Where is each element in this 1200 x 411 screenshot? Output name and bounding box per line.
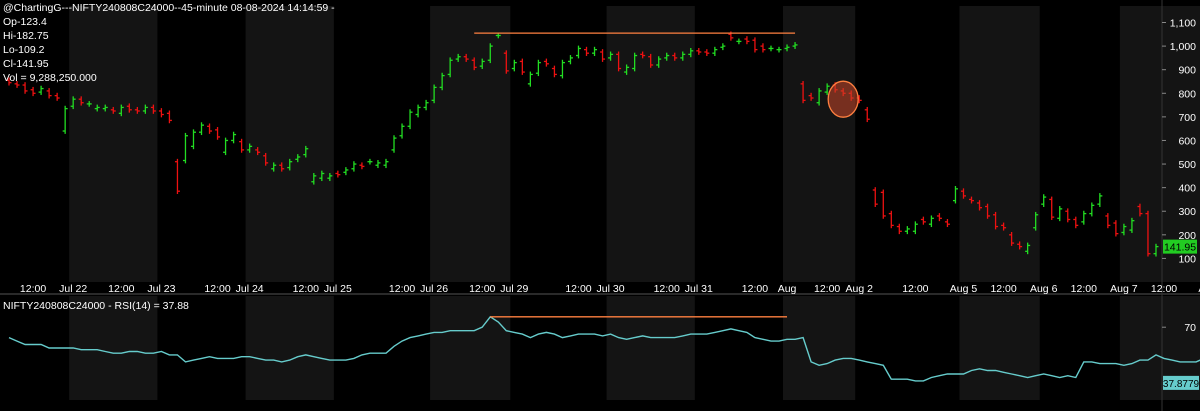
time-tick-label: Jul 23: [147, 283, 175, 295]
volume-value: Vol = 9,288,250.000: [3, 72, 97, 84]
rsi-tick-label: 70: [1184, 322, 1196, 334]
time-tick-label: 12:00: [293, 283, 319, 295]
day-band: [783, 6, 856, 282]
day-band: [430, 6, 511, 282]
day-band: [959, 6, 1040, 282]
time-tick-label: 12:00: [108, 283, 134, 295]
close-value: Cl-141.95: [3, 58, 49, 70]
day-band: [959, 296, 1040, 400]
day-band: [606, 6, 695, 282]
high-value: Hi-182.75: [3, 30, 49, 42]
time-tick-label: Jul 25: [324, 283, 352, 295]
time-tick-label: 12:00: [565, 283, 591, 295]
low-value: Lo-109.2: [3, 44, 45, 56]
time-tick-label: Jul 26: [420, 283, 448, 295]
day-band: [245, 296, 334, 400]
time-tick-label: 12:00: [990, 283, 1016, 295]
rsi-title: NIFTY240808C24000 - RSI(14) = 37.88: [3, 300, 189, 312]
time-tick-label: 12:00: [469, 283, 495, 295]
price-tick-label: 900: [1178, 65, 1196, 77]
time-tick-label: Aug 5: [950, 283, 978, 295]
price-tick-label: 400: [1178, 183, 1196, 195]
time-tick-label: Aug 7: [1110, 283, 1138, 295]
time-tick-label: 12:00: [814, 283, 840, 295]
day-band: [69, 6, 158, 282]
time-tick-label: Aug 2: [845, 283, 873, 295]
time-tick-label: Jul 31: [685, 283, 713, 295]
highlight-circle: [827, 80, 859, 118]
price-tick-label: 100: [1178, 253, 1196, 265]
time-tick-label: 12:00: [1151, 283, 1177, 295]
price-tick-label: 300: [1178, 206, 1196, 218]
price-tick-label: 600: [1178, 135, 1196, 147]
price-tick-label: 1,000: [1170, 41, 1196, 53]
price-tick-label: 800: [1178, 88, 1196, 100]
time-tick-label: Aug 6: [1030, 283, 1058, 295]
price-tick-label: 700: [1178, 112, 1196, 124]
chart-title: @ChartingG---NIFTY240808C24000--45-minut…: [3, 2, 335, 14]
time-tick-label: 12:00: [742, 283, 768, 295]
open-value: Op-123.4: [3, 16, 47, 28]
time-tick-label: 12:00: [204, 283, 230, 295]
day-band: [783, 296, 856, 400]
time-tick-label: 12:00: [1071, 283, 1097, 295]
time-tick-label: Jul 30: [597, 283, 625, 295]
time-tick-label: 12:00: [20, 283, 46, 295]
time-tick-label: Jul 29: [500, 283, 528, 295]
time-tick-label: Jul 24: [236, 283, 264, 295]
price-tick-label: 500: [1178, 159, 1196, 171]
time-tick-label: 12:00: [654, 283, 680, 295]
price-tick-label: 1,100: [1170, 18, 1196, 30]
time-tick-label: Jul 22: [59, 283, 87, 295]
rsi-last-label: 37.8779: [1163, 379, 1200, 390]
time-tick-label: Aug: [778, 283, 797, 295]
chart-canvas[interactable]: 1002003004005006007008009001,0001,100141…: [0, 0, 1200, 411]
time-tick-label: 12:00: [389, 283, 415, 295]
time-tick-label: 12:00: [902, 283, 928, 295]
day-band: [606, 296, 695, 400]
last-price-label: 141.95: [1164, 242, 1196, 254]
day-band: [245, 6, 334, 282]
day-band: [430, 296, 511, 400]
chart-window: 100 200 300 400 500 600 700 800 900 1,000 1,100 141…: [0, 0, 1200, 411]
